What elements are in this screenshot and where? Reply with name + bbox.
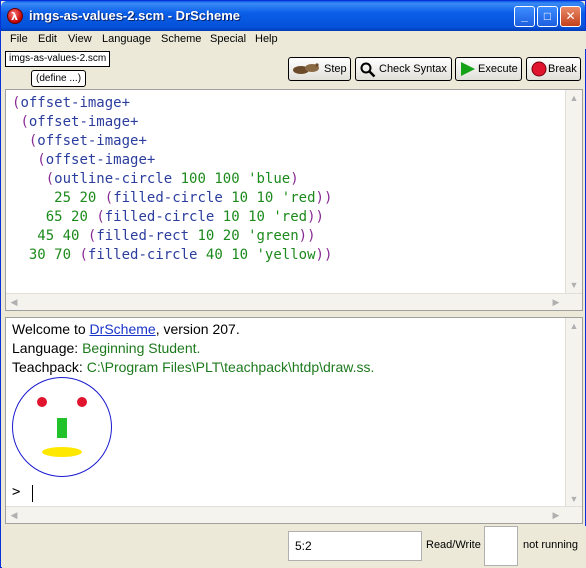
menu-help[interactable]: Help <box>255 33 278 45</box>
close-button[interactable]: ✕ <box>560 6 581 27</box>
interactions-window[interactable]: Welcome to DrScheme, version 207. Langua… <box>5 317 583 524</box>
language-label: Language: <box>12 340 83 356</box>
left-red-eye <box>37 397 47 407</box>
check-syntax-button[interactable]: Check Syntax <box>355 57 452 81</box>
repl-prompt: > <box>12 484 21 500</box>
welcome-suffix: , version 207. <box>155 321 240 337</box>
maximize-button[interactable]: □ <box>537 6 558 27</box>
scroll-up-arrow-icon[interactable]: ▲ <box>566 318 582 334</box>
code-line[interactable]: (offset-image+ <box>12 113 332 132</box>
welcome-prefix: Welcome to <box>12 321 90 337</box>
menu-view[interactable]: View <box>68 33 92 45</box>
define-menu-button[interactable]: (define ...) <box>31 70 87 87</box>
drscheme-window: λ imgs-as-values-2.scm - DrScheme _ □ ✕ … <box>0 0 586 568</box>
face-image-result <box>12 377 112 477</box>
interactions-vertical-scrollbar[interactable]: ▲ ▼ <box>565 318 582 507</box>
footprints-icon <box>293 63 319 74</box>
green-nose <box>57 418 67 438</box>
right-red-eye <box>77 397 87 407</box>
execute-button[interactable]: Execute <box>455 57 522 81</box>
scroll-right-arrow-icon[interactable]: ▶ <box>548 294 564 310</box>
menu-edit[interactable]: Edit <box>38 33 57 45</box>
teachpack-label: Teachpack: <box>12 359 87 375</box>
step-button[interactable]: Step <box>288 57 351 81</box>
scroll-up-arrow-icon[interactable]: ▲ <box>566 90 582 106</box>
scroll-right-arrow-icon[interactable]: ▶ <box>548 507 564 523</box>
scroll-left-arrow-icon[interactable]: ◀ <box>6 294 22 310</box>
status-bar: 5:2 Read/Write not running <box>2 526 586 568</box>
play-arrow-icon <box>461 62 475 76</box>
menu-file[interactable]: File <box>10 33 28 45</box>
teachpack-line: Teachpack: C:\Program Files\PLT\teachpac… <box>12 359 374 375</box>
code-line[interactable]: 25 20 (filled-circle 10 10 'red)) <box>12 189 332 208</box>
menu-bar: File Edit View Language Scheme Special H… <box>2 31 586 49</box>
code-line[interactable]: 65 20 (filled-circle 10 10 'red)) <box>12 208 332 227</box>
code-line[interactable]: (offset-image+ <box>12 132 332 151</box>
execute-label: Execute <box>478 63 518 75</box>
code-line[interactable]: (offset-image+ <box>12 94 332 113</box>
code-line[interactable]: 30 70 (filled-circle 40 10 'yellow)) <box>12 246 333 265</box>
menu-language[interactable]: Language <box>102 33 151 45</box>
minimize-button[interactable]: _ <box>514 6 535 27</box>
scroll-down-arrow-icon[interactable]: ▼ <box>566 277 582 293</box>
definitions-editor[interactable]: (offset-image+ (offset-image+ (offset-im… <box>5 89 583 311</box>
cursor-position: 5:2 <box>288 531 422 561</box>
scroll-left-arrow-icon[interactable]: ◀ <box>6 507 22 523</box>
teachpack-value: C:\Program Files\PLT\teachpack\htdp\draw… <box>86 359 375 375</box>
status-indicator-box <box>484 526 518 566</box>
step-label: Step <box>324 63 347 75</box>
code-line[interactable]: 45 40 (filled-rect 10 20 'green)) <box>12 227 332 246</box>
magnifier-icon <box>360 62 376 78</box>
check-syntax-label: Check Syntax <box>379 63 447 75</box>
drscheme-logo-icon[interactable]: λ <box>7 8 23 24</box>
welcome-line: Welcome to DrScheme, version 207. <box>12 321 240 337</box>
menu-scheme[interactable]: Scheme <box>161 33 201 45</box>
code-line[interactable]: (offset-image+ <box>12 151 332 170</box>
running-status: not running <box>523 539 579 551</box>
definitions-horizontal-scrollbar[interactable]: ◀ ▶ <box>6 293 582 310</box>
interactions-horizontal-scrollbar[interactable]: ◀ ▶ <box>6 506 582 523</box>
break-label: Break <box>548 63 577 75</box>
yellow-mouth <box>42 447 82 457</box>
language-line: Language: Beginning Student. <box>12 340 200 356</box>
scroll-down-arrow-icon[interactable]: ▼ <box>566 491 582 507</box>
language-value: Beginning Student. <box>82 340 201 356</box>
stop-circle-icon <box>531 61 547 77</box>
title-bar[interactable]: λ imgs-as-values-2.scm - DrScheme _ □ ✕ <box>1 1 585 31</box>
text-cursor <box>32 485 33 502</box>
read-write-status: Read/Write <box>426 539 481 551</box>
window-title: imgs-as-values-2.scm - DrScheme <box>29 8 240 23</box>
menu-special[interactable]: Special <box>210 33 246 45</box>
drscheme-link[interactable]: DrScheme <box>90 321 156 337</box>
break-button[interactable]: Break <box>526 57 581 81</box>
file-tab[interactable]: imgs-as-values-2.scm <box>5 51 111 67</box>
definitions-code[interactable]: (offset-image+ (offset-image+ (offset-im… <box>12 94 332 265</box>
definitions-vertical-scrollbar[interactable]: ▲ ▼ <box>565 90 582 293</box>
code-line[interactable]: (outline-circle 100 100 'blue) <box>12 170 332 189</box>
